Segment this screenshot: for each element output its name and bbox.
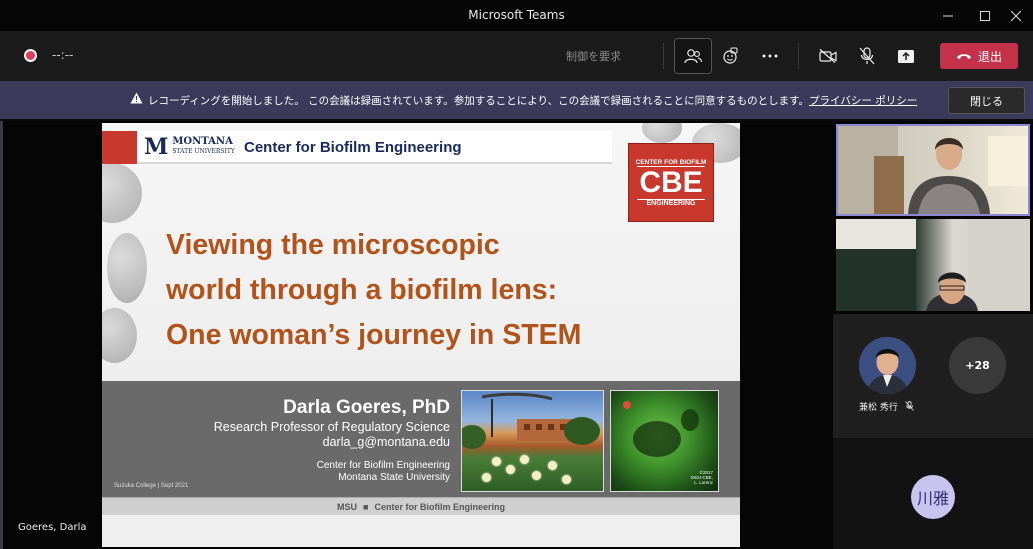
people-icon bbox=[684, 49, 702, 64]
slide-footnote: Suzuka College | Sept 2021 bbox=[114, 483, 189, 489]
participant-name-text: 兼松 秀行 bbox=[859, 403, 898, 413]
maximize-button[interactable] bbox=[968, 0, 1002, 31]
camera-toggle-button[interactable] bbox=[809, 38, 847, 74]
muted-mic-icon bbox=[904, 401, 914, 411]
slide-decoration bbox=[107, 233, 147, 303]
badge-top-text: CENTER FOR BIOFILM bbox=[635, 158, 707, 166]
banner-message: レコーディングを開始しました。 この会議は録画されています。参加することにより、… bbox=[148, 93, 917, 108]
slide-decoration bbox=[102, 308, 137, 363]
participant-avatar[interactable] bbox=[859, 337, 916, 394]
slide-title-line: world through a biofilm lens: bbox=[166, 274, 558, 306]
slide-decoration bbox=[102, 163, 142, 223]
banner-message-text: レコーディングを開始しました。 この会議は録画されています。参加することにより、… bbox=[148, 95, 810, 107]
recording-indicator-icon bbox=[24, 49, 37, 62]
campus-photo bbox=[461, 390, 604, 492]
participant-name: 兼松 秀行 bbox=[859, 400, 914, 413]
header-accent bbox=[102, 131, 137, 164]
maximize-icon bbox=[980, 10, 990, 21]
photo-credit: ©2017 MSU-CBE, L. Lorenz bbox=[691, 470, 713, 485]
flower bbox=[562, 475, 571, 484]
photo-credit-line: L. Lorenz bbox=[694, 480, 713, 485]
share-screen-icon bbox=[898, 49, 914, 63]
camera-off-icon bbox=[819, 49, 837, 63]
flower bbox=[532, 471, 541, 480]
hang-up-icon bbox=[956, 54, 971, 59]
presentation-slide: M MONTANA STATE UNIVERSITY Center for Bi… bbox=[102, 123, 740, 547]
meeting-toolbar: --:-- 制御を要求 退出 bbox=[0, 31, 1033, 81]
slide-header-title: Center for Biofilm Engineering bbox=[244, 139, 462, 156]
badge-bottom-text: ENGINEERING bbox=[646, 199, 696, 207]
msu-logo: M MONTANA STATE UNIVERSITY bbox=[144, 136, 235, 158]
speaker-details: Darla Goeres, PhD Research Professor of … bbox=[162, 396, 450, 484]
biofilm-micrograph: ©2017 MSU-CBE, L. Lorenz bbox=[610, 390, 719, 492]
footer-separator: ■ bbox=[363, 501, 369, 512]
presenter-label: Goeres, Darla bbox=[18, 522, 87, 533]
toolbar-divider bbox=[798, 43, 799, 69]
more-icon bbox=[762, 54, 778, 58]
title-bar: Microsoft Teams bbox=[0, 0, 1033, 31]
speaker-name: Darla Goeres, PhD bbox=[283, 397, 450, 418]
close-banner-button[interactable]: 閉じる bbox=[948, 87, 1025, 114]
leave-label: 退出 bbox=[977, 49, 1002, 64]
cbe-logo-badge: CENTER FOR BIOFILM CBE ENGINEERING bbox=[628, 143, 714, 222]
teams-window: Microsoft Teams --:-- 制御を要求 退出 レコーディングを開… bbox=[0, 0, 1033, 549]
speaker-info-band: Darla Goeres, PhD Research Professor of … bbox=[102, 381, 740, 497]
leave-meeting-button[interactable]: 退出 bbox=[940, 43, 1018, 69]
close-icon bbox=[1011, 10, 1021, 21]
speaker-email: darla_g@montana.edu bbox=[322, 435, 450, 449]
more-participants-button[interactable]: +28 bbox=[949, 337, 1006, 394]
logo-subname: STATE UNIVERSITY bbox=[172, 148, 235, 155]
mic-off-icon bbox=[859, 47, 875, 65]
micrograph-feature bbox=[633, 421, 681, 457]
participants-gallery: 兼松 秀行 +28 川雅 bbox=[833, 121, 1033, 549]
reactions-button[interactable] bbox=[712, 38, 750, 74]
slide-footer: MSU ■ Center for Biofilm Engineering bbox=[102, 497, 740, 515]
participants-button[interactable] bbox=[674, 38, 712, 74]
more-actions-button[interactable] bbox=[751, 38, 789, 74]
msu-m-icon: M bbox=[144, 134, 169, 160]
speaker-role: Research Professor of Regulatory Science bbox=[213, 420, 450, 434]
slide-title-line: One woman’s journey in STEM bbox=[166, 319, 582, 351]
footer-right: Center for Biofilm Engineering bbox=[374, 501, 505, 512]
privacy-policy-link[interactable]: プライバシー ポリシー bbox=[809, 95, 917, 107]
minimize-icon bbox=[943, 15, 953, 16]
minimize-button[interactable] bbox=[931, 0, 965, 31]
slide-title: Viewing the microscopic world through a … bbox=[166, 223, 686, 358]
flower bbox=[492, 457, 501, 466]
slide-header-bar: M MONTANA STATE UNIVERSITY Center for Bi… bbox=[102, 131, 612, 164]
participant-tile[interactable]: 川雅 bbox=[833, 438, 1033, 549]
participant-roster: 兼松 秀行 +28 bbox=[833, 314, 1033, 438]
logo-name: MONTANA bbox=[172, 136, 233, 147]
window-title: Microsoft Teams bbox=[468, 8, 565, 22]
micrograph-marker bbox=[623, 401, 631, 409]
participant-video-tile[interactable] bbox=[836, 219, 1030, 311]
close-window-button[interactable] bbox=[999, 0, 1033, 31]
slide-decoration bbox=[642, 123, 682, 143]
request-control-button[interactable]: 制御を要求 bbox=[566, 48, 621, 64]
mic-toggle-button[interactable] bbox=[848, 38, 886, 74]
flower bbox=[520, 455, 529, 464]
micrograph-feature bbox=[681, 409, 699, 431]
slide-bottom-area bbox=[102, 515, 740, 547]
participant-video-feed bbox=[838, 126, 1028, 214]
warning-icon bbox=[130, 92, 143, 104]
slide-title-line: Viewing the microscopic bbox=[166, 229, 500, 261]
flower bbox=[506, 465, 515, 474]
meeting-timer: --:-- bbox=[52, 48, 74, 62]
footer-left: MSU bbox=[337, 501, 358, 512]
share-content-button[interactable] bbox=[887, 38, 925, 74]
participant-photo bbox=[859, 337, 916, 394]
org-line: Montana State University bbox=[338, 472, 450, 483]
flower bbox=[548, 461, 557, 470]
initials-avatar: 川雅 bbox=[911, 475, 955, 519]
participant-video-tile[interactable] bbox=[836, 124, 1030, 216]
participant-video-feed bbox=[836, 219, 1030, 311]
flower bbox=[482, 473, 491, 482]
reaction-icon bbox=[723, 47, 738, 64]
shared-content-stage: M MONTANA STATE UNIVERSITY Center for Bi… bbox=[0, 121, 833, 549]
toolbar-divider bbox=[663, 43, 664, 69]
org-line: Center for Biofilm Engineering bbox=[316, 460, 450, 471]
recording-notification-banner: レコーディングを開始しました。 この会議は録画されています。参加することにより、… bbox=[0, 81, 1033, 119]
badge-main-text: CBE bbox=[637, 165, 705, 200]
